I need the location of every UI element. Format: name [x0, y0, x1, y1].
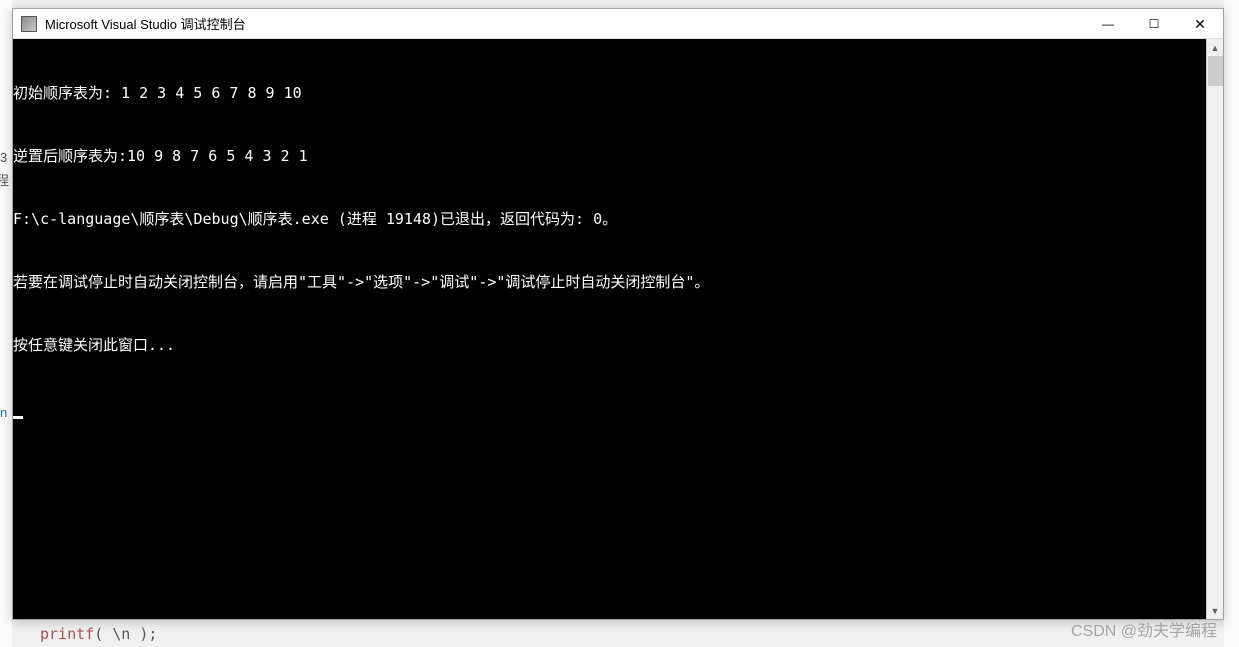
- scroll-thumb[interactable]: [1208, 56, 1223, 86]
- console-line: F:\c-language\顺序表\Debug\顺序表.exe (进程 1914…: [13, 209, 1223, 230]
- console-line: 逆置后顺序表为:10 9 8 7 6 5 4 3 2 1: [13, 146, 1223, 167]
- title-bar-left: Microsoft Visual Studio 调试控制台: [21, 14, 246, 33]
- background-code-fragment: printf( \n );: [40, 625, 157, 643]
- window-title: Microsoft Visual Studio 调试控制台: [45, 14, 246, 33]
- console-line: 初始顺序表为: 1 2 3 4 5 6 7 8 9 10: [13, 83, 1223, 104]
- background-editor-right-strip: [1224, 0, 1239, 647]
- console-line: 若要在调试停止时自动关闭控制台，请启用"工具"->"选项"->"调试"->"调试…: [13, 272, 1223, 293]
- watermark-text: CSDN @劲夫学编程: [1071, 617, 1217, 641]
- console-cursor-line: [13, 398, 1223, 419]
- console-output[interactable]: 初始顺序表为: 1 2 3 4 5 6 7 8 9 10 逆置后顺序表为:10 …: [13, 39, 1223, 619]
- close-button[interactable]: ✕: [1177, 9, 1223, 39]
- scroll-up-button[interactable]: ▲: [1207, 39, 1223, 56]
- cursor-icon: [13, 416, 23, 419]
- console-line: 按任意键关闭此窗口...: [13, 335, 1223, 356]
- title-bar[interactable]: Microsoft Visual Studio 调试控制台 — ☐ ✕: [13, 9, 1223, 39]
- vertical-scrollbar[interactable]: ▲ ▼: [1206, 39, 1223, 619]
- bg-char-2: 程: [0, 170, 9, 189]
- app-icon: [21, 16, 37, 32]
- maximize-button[interactable]: ☐: [1131, 9, 1177, 39]
- code-keyword: printf: [40, 625, 94, 643]
- minimize-button[interactable]: —: [1085, 9, 1131, 39]
- background-editor-left-strip: 3 程 n: [0, 0, 12, 647]
- window-controls: — ☐ ✕: [1085, 9, 1223, 38]
- code-rest: ( \n );: [94, 625, 157, 643]
- console-window: Microsoft Visual Studio 调试控制台 — ☐ ✕ 初始顺序…: [12, 8, 1224, 620]
- bg-char-3: n: [0, 405, 7, 420]
- bg-char-1: 3: [0, 150, 7, 165]
